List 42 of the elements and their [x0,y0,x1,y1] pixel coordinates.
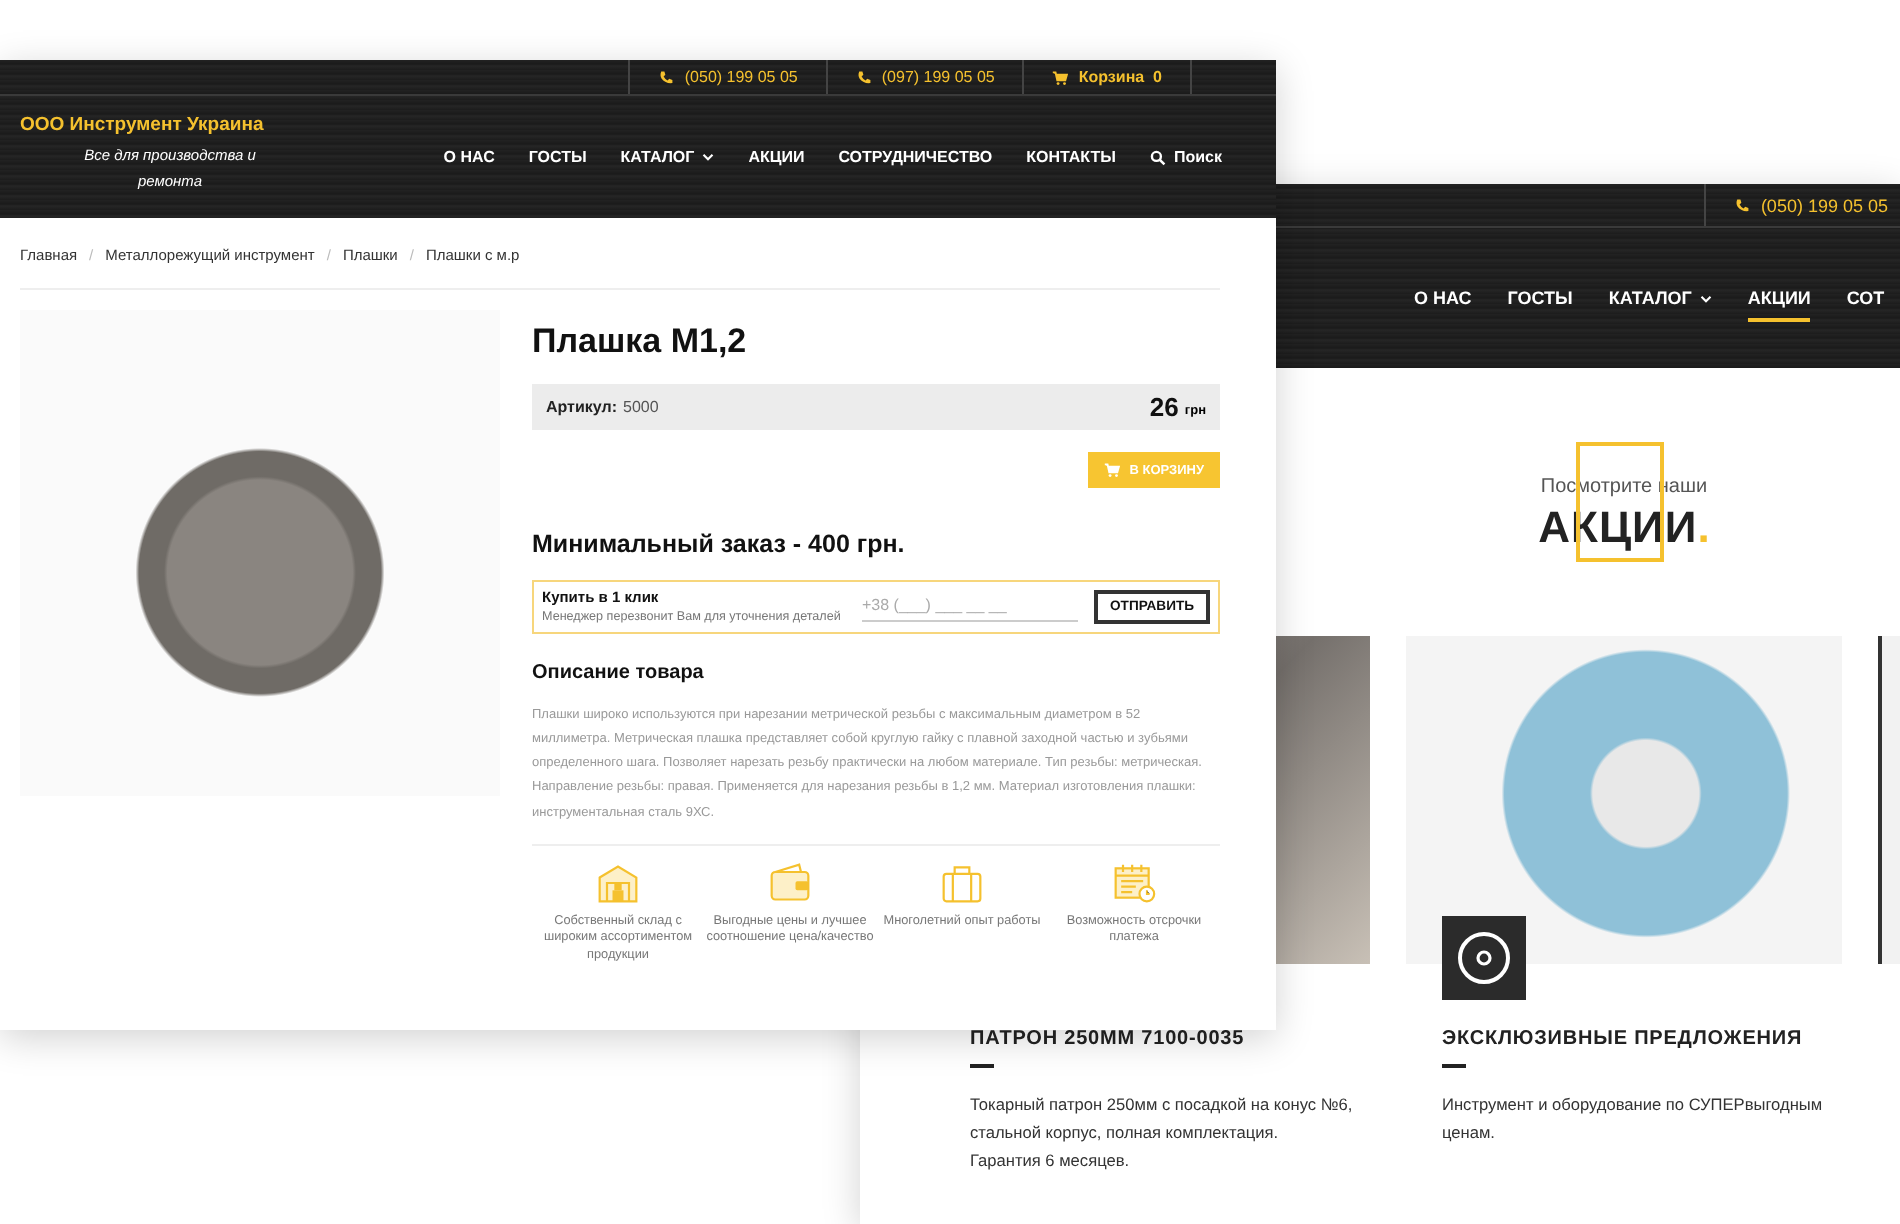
cart-link[interactable]: Корзина 0 [1022,60,1192,94]
cart-icon [1052,69,1069,85]
chevron-down-icon [702,152,715,162]
wallet-icon [768,862,812,905]
search-icon [1149,149,1166,165]
sku-value: 5000 [623,398,659,416]
chevron-down-icon [1699,293,1712,303]
sku-label: Артикул: [546,398,617,416]
nav-link[interactable]: ГОСТЫ [528,148,587,166]
title-dot: . [1697,502,1710,552]
price: 26 [1149,392,1179,422]
suitcase-icon [940,862,984,905]
card-text: Инструмент и оборудование по СУПЕРвыгодным ценам. [1442,1092,1825,1146]
nav-link[interactable]: АКЦИИ [748,148,805,166]
minimum-order: Минимальный заказ - 400 грн. [532,530,907,558]
product-title: Плашка М1,2 [532,322,749,362]
card-text: Токарный патрон 250мм с посадкой на конус №6, стальной корпус, полная комплектация. [970,1092,1355,1146]
nav-link[interactable]: О НАС [443,148,495,166]
phone-icon [1734,197,1751,213]
company-name[interactable]: ООО Инструмент Украина [20,113,320,135]
nav-link[interactable]: АКЦИИ [1747,274,1811,322]
target-icon [1442,916,1526,1000]
phone-link[interactable]: (097) 199 05 05 [825,60,1023,94]
card-text: Гарантия 6 месяцев. [970,1148,1132,1174]
phone-icon [658,69,675,85]
nav-link[interactable]: КАТАЛОГ [620,148,715,166]
nav-link[interactable]: Поиск [1149,148,1222,166]
card-title: ЭКСКЛЮЗИВНЫЕ ПРЕДЛОЖЕНИЯ [1442,1028,1805,1050]
nav-link[interactable]: СОТ [1846,274,1885,322]
phone-icon [855,69,872,85]
nav-link[interactable]: О НАС [1414,274,1472,322]
nav-link[interactable]: КАТАЛОГ [1608,274,1712,322]
nav-link[interactable]: ГОСТЫ [1507,274,1573,322]
cart-icon [1103,462,1120,478]
description-heading: Описание товара [532,661,706,684]
phone-link[interactable]: (050) 199 05 05 [628,60,826,94]
card-title: ПАТРОН 250ММ 7100-0035 [970,1028,1247,1050]
calendar-icon [1112,862,1156,905]
phone-link[interactable]: (050) 199 05 05 [1704,184,1888,226]
nav-link[interactable]: КОНТАКТЫ [1026,148,1116,166]
nav-link[interactable]: СОТРУДНИЧЕСТВО [838,148,993,166]
warehouse-icon [596,862,640,905]
